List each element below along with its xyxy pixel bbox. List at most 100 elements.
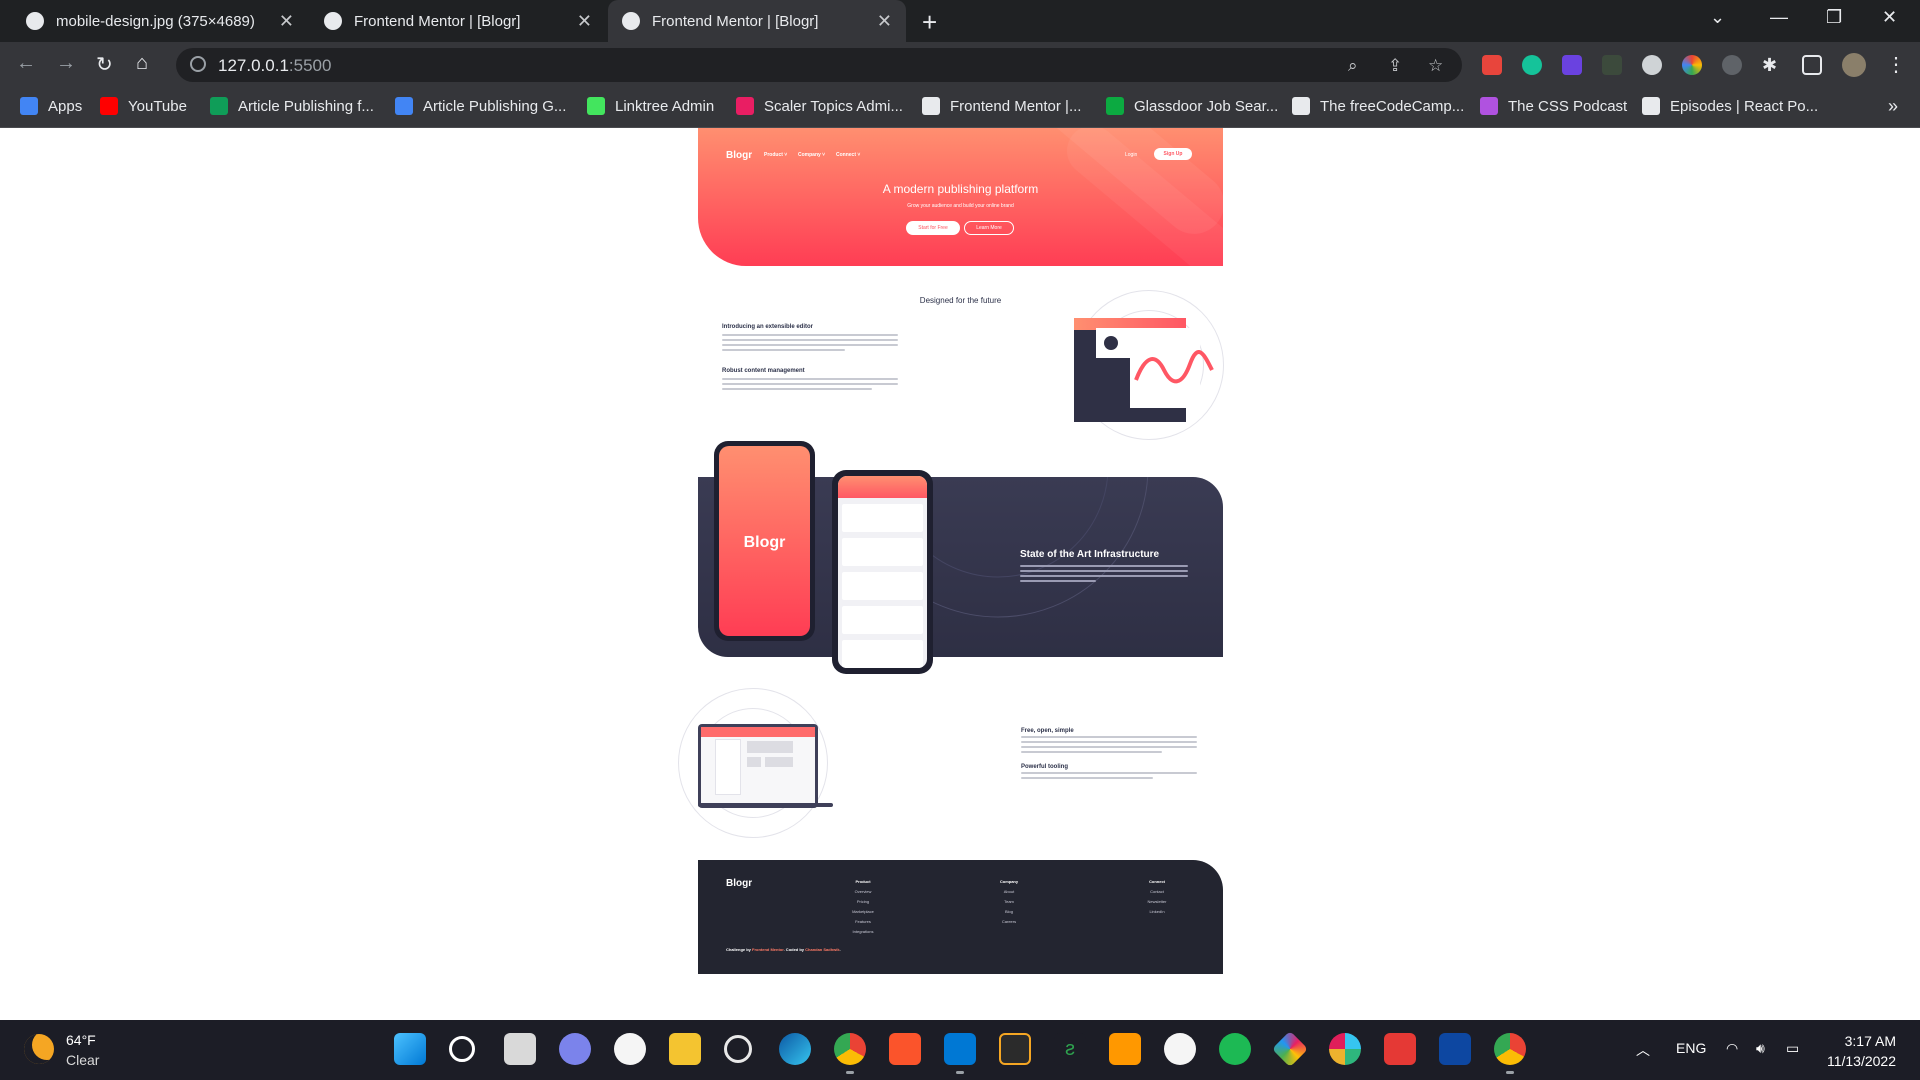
weather-temperature[interactable]: 64°F [66, 1032, 96, 1048]
weather-condition[interactable]: Clear [66, 1052, 99, 1068]
footer-link[interactable]: LinkedIn [1122, 909, 1192, 914]
chrome-profile-icon[interactable] [1494, 1033, 1526, 1074]
bookmark-freecodecamp[interactable]: The freeCodeCamp... [1292, 97, 1464, 115]
bookmark-youtube[interactable]: YouTube [100, 97, 187, 115]
pocket-extension-icon[interactable] [1482, 55, 1502, 75]
file-explorer-icon[interactable] [669, 1033, 701, 1065]
footer-link[interactable]: Careers [974, 919, 1044, 924]
tab-search-chevron-icon[interactable]: ⌄ [1710, 7, 1725, 28]
site-info-icon[interactable] [190, 56, 206, 72]
back-icon[interactable]: ← [16, 52, 36, 75]
footer-link[interactable]: Newsletter [1122, 899, 1192, 904]
close-icon[interactable]: ✕ [279, 11, 294, 32]
side-panel-icon[interactable] [1802, 55, 1822, 75]
bookmarks-bar: Apps YouTube Article Publishing f... Art… [0, 88, 1920, 128]
nav-connect[interactable]: Connect ˅ [836, 152, 860, 158]
infra-title: State of the Art Infrastructure [1020, 549, 1160, 560]
edge-icon[interactable] [779, 1033, 811, 1065]
media-player-icon[interactable] [724, 1035, 752, 1063]
nav-company[interactable]: Company ˅ [798, 152, 825, 158]
brave-icon[interactable] [889, 1033, 921, 1065]
bookmark-star-icon[interactable]: ☆ [1428, 56, 1443, 76]
footer-link[interactable]: About [974, 889, 1044, 894]
system-clock[interactable]: 3:17 AM 11/13/2022 [1827, 1031, 1896, 1071]
teams-chat-icon[interactable] [559, 1033, 591, 1065]
tab-frontend-mentor-2[interactable]: Frontend Mentor | [Blogr] ✕ [608, 0, 906, 42]
menu-kebab-icon[interactable]: ⋮ [1886, 52, 1906, 77]
bookmark-css-podcast[interactable]: The CSS Podcast [1480, 97, 1627, 115]
home-icon[interactable]: ⌂ [136, 52, 148, 75]
laptop-mockup [698, 724, 818, 808]
hero-background-pattern [1010, 128, 1223, 266]
footer-logo[interactable]: Blogr [726, 878, 752, 889]
footer-link[interactable]: Integrations [828, 929, 898, 934]
extension-icon[interactable] [1722, 55, 1742, 75]
minimize-icon[interactable]: — [1770, 7, 1788, 28]
tab-mobile-design[interactable]: mobile-design.jpg (375×4689) ✕ [12, 0, 308, 42]
frontend-mentor-link[interactable]: Frontend Mentor [752, 947, 784, 952]
react-podcast-icon [1642, 97, 1660, 115]
extension-icon[interactable] [1562, 55, 1582, 75]
windows-start-icon[interactable] [394, 1033, 426, 1065]
author-link[interactable]: Chandan Sadhwik [805, 947, 839, 952]
bookmark-frontend-mentor[interactable]: Frontend Mentor |... [922, 97, 1081, 115]
site-logo[interactable]: Blogr [726, 150, 752, 161]
extension-icon[interactable] [1642, 55, 1662, 75]
wifi-icon[interactable]: ◠ [1726, 1040, 1738, 1057]
close-icon[interactable]: ✕ [877, 11, 892, 32]
app-icon[interactable]: ƨ [1054, 1033, 1086, 1065]
udemy-icon[interactable] [614, 1033, 646, 1065]
bookmark-article-publishing-g[interactable]: Article Publishing G... [395, 97, 566, 115]
spotify-icon[interactable] [1219, 1033, 1251, 1065]
footer-link[interactable]: Marketplace [828, 909, 898, 914]
footer-link[interactable]: Overview [828, 889, 898, 894]
browser-tab-strip: mobile-design.jpg (375×4689) ✕ Frontend … [0, 0, 1920, 42]
app-icon[interactable] [1271, 1030, 1309, 1068]
bookmarks-overflow-icon[interactable]: » [1888, 96, 1898, 117]
hero-section: Blogr Product ˅ Company ˅ Connect ˅ Logi… [698, 128, 1223, 266]
footer-link[interactable]: Features [828, 919, 898, 924]
bookmark-scaler-topics[interactable]: Scaler Topics Admi... [736, 97, 903, 115]
zoom-icon[interactable]: ⌕ [1348, 56, 1358, 76]
color-picker-extension-icon[interactable] [1682, 55, 1702, 75]
footer-link[interactable]: Blog [974, 909, 1044, 914]
chrome-icon[interactable] [834, 1033, 866, 1074]
restore-icon[interactable]: ❐ [1826, 7, 1842, 28]
bookmark-react-podcast[interactable]: Episodes | React Po... [1642, 97, 1818, 115]
app-icon[interactable] [1384, 1033, 1416, 1065]
bookmark-article-publishing-f[interactable]: Article Publishing f... [210, 97, 374, 115]
address-bar[interactable]: 127.0.0.1:5500 ⌕ ⇪ ☆ [176, 48, 1462, 82]
reload-icon[interactable]: ↻ [96, 52, 113, 77]
footer-link[interactable]: Contact [1122, 889, 1192, 894]
new-tab-icon[interactable]: + [922, 7, 937, 38]
forward-icon[interactable]: → [56, 52, 76, 75]
tab-frontend-mentor-1[interactable]: Frontend Mentor | [Blogr] ✕ [310, 0, 606, 42]
footer-link[interactable]: Pricing [828, 899, 898, 904]
volume-icon[interactable]: 🔊︎ [1756, 1040, 1765, 1057]
nav-product[interactable]: Product ˅ [764, 152, 787, 158]
footer-link[interactable]: Team [974, 899, 1044, 904]
app-icon[interactable] [999, 1033, 1031, 1065]
grammarly-extension-icon[interactable] [1522, 55, 1542, 75]
search-icon[interactable] [449, 1036, 475, 1062]
profile-avatar[interactable] [1842, 53, 1866, 77]
puzzle-icon[interactable]: ✱ [1762, 55, 1782, 75]
sublime-text-icon[interactable] [1109, 1033, 1141, 1065]
vscode-icon[interactable] [944, 1033, 976, 1074]
window-close-icon[interactable]: ✕ [1882, 7, 1897, 28]
bookmark-glassdoor[interactable]: Glassdoor Job Sear... [1106, 97, 1278, 115]
share-icon[interactable]: ⇪ [1388, 56, 1402, 76]
bookmark-apps[interactable]: Apps [20, 97, 82, 115]
bookmark-linktree[interactable]: Linktree Admin [587, 97, 714, 115]
udemy-icon[interactable] [1164, 1033, 1196, 1065]
moon-weather-icon[interactable] [24, 1034, 54, 1064]
battery-icon[interactable]: ▭ [1786, 1040, 1799, 1057]
close-icon[interactable]: ✕ [577, 11, 592, 32]
task-view-icon[interactable] [504, 1033, 536, 1065]
tray-overflow-chevron-icon[interactable]: ︿ [1636, 1040, 1650, 1060]
url-text[interactable]: 127.0.0.1:5500 [218, 56, 331, 76]
extension-icon[interactable] [1602, 55, 1622, 75]
slack-icon[interactable] [1329, 1033, 1361, 1065]
app-icon[interactable] [1439, 1033, 1471, 1065]
input-language[interactable]: ENG [1676, 1040, 1706, 1056]
